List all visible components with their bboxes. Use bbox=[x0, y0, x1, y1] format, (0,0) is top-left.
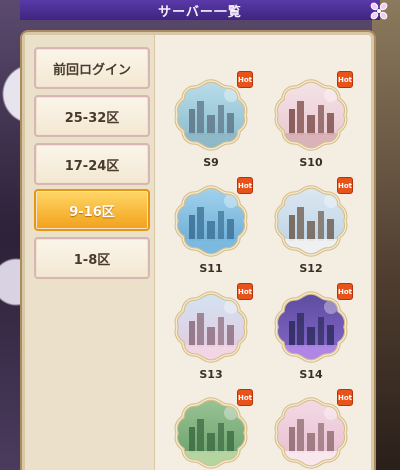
tab-last-login[interactable]: 前回ログイン bbox=[34, 47, 150, 89]
server-grid: Hot S9 Hot S10 Hot S11 Hot S12 Hot S13 Hot S14 Hot Ho… bbox=[157, 35, 371, 470]
server-name: S12 bbox=[299, 262, 323, 275]
server-card[interactable]: Hot S9 bbox=[165, 71, 257, 175]
hot-badge: Hot bbox=[237, 389, 253, 406]
server-card[interactable]: Hot S10 bbox=[265, 71, 357, 175]
server-range-sidebar: 前回ログイン 25-32区 17-24区 9-16区 1-8区 bbox=[25, 35, 155, 470]
tab-25-32[interactable]: 25-32区 bbox=[34, 95, 150, 137]
tab-9-16[interactable]: 9-16区 bbox=[34, 189, 150, 231]
server-list-panel: 前回ログイン 25-32区 17-24区 9-16区 1-8区 Hot S9 Hot… bbox=[22, 32, 374, 470]
server-card[interactable]: Hot bbox=[165, 389, 257, 470]
server-card[interactable]: Hot S12 bbox=[265, 177, 357, 281]
hot-badge: Hot bbox=[337, 71, 353, 88]
tab-1-8[interactable]: 1-8区 bbox=[34, 237, 150, 279]
hot-badge: Hot bbox=[237, 177, 253, 194]
hot-badge: Hot bbox=[237, 71, 253, 88]
title-bar: サーバー一覧 bbox=[20, 0, 380, 20]
hot-badge: Hot bbox=[337, 177, 353, 194]
close-button[interactable] bbox=[366, 0, 392, 22]
server-name: S14 bbox=[299, 368, 323, 381]
hot-badge: Hot bbox=[337, 389, 353, 406]
server-card[interactable]: Hot S14 bbox=[265, 283, 357, 387]
server-card[interactable]: Hot S11 bbox=[165, 177, 257, 281]
server-name: S10 bbox=[299, 156, 323, 169]
server-card[interactable]: Hot S13 bbox=[165, 283, 257, 387]
hot-badge: Hot bbox=[237, 283, 253, 300]
server-name: S13 bbox=[199, 368, 223, 381]
page-title: サーバー一覧 bbox=[158, 4, 242, 20]
hot-badge: Hot bbox=[337, 283, 353, 300]
server-card[interactable]: Hot bbox=[265, 389, 357, 470]
close-icon bbox=[370, 2, 388, 20]
server-name: S11 bbox=[199, 262, 223, 275]
server-name: S9 bbox=[203, 156, 219, 169]
tab-17-24[interactable]: 17-24区 bbox=[34, 143, 150, 185]
background-right-edge bbox=[372, 0, 400, 470]
